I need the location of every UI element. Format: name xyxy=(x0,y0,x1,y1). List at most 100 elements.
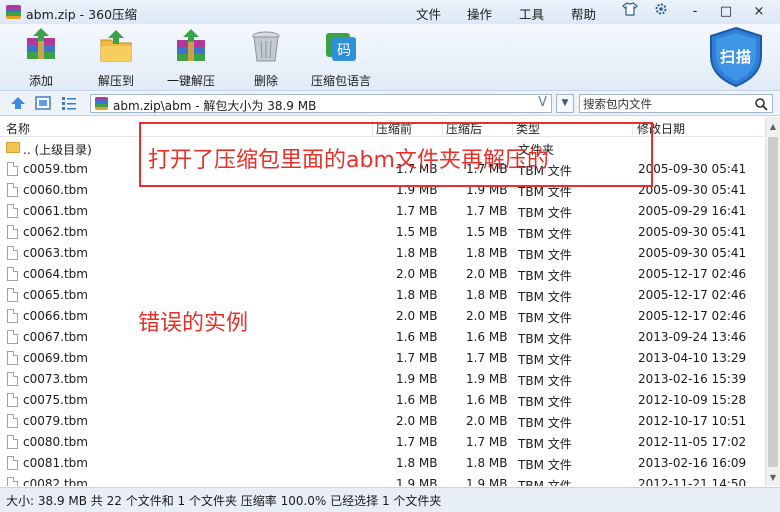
file-icon xyxy=(7,309,18,323)
file-date: 2012-11-05 17:02 xyxy=(638,435,747,449)
close-button[interactable]: × xyxy=(748,2,770,21)
large-icon-view-icon[interactable] xyxy=(35,95,51,111)
one-click-extract-button[interactable]: 一键解压 xyxy=(156,28,226,89)
table-row[interactable]: c0073.tbm 1.9 MB 1.9 MB TBM 文件 2013-02-16 15… xyxy=(0,369,765,390)
file-icon xyxy=(7,435,18,449)
file-name: c0059.tbm xyxy=(23,162,88,176)
archive-language-button[interactable]: 码 压缩包语言 xyxy=(306,28,376,89)
column-name[interactable]: 名称 xyxy=(6,120,30,137)
file-icon xyxy=(7,288,18,302)
menu-operate[interactable]: 操作 xyxy=(467,4,492,23)
extract-to-folder-icon xyxy=(100,30,132,62)
file-type: TBM 文件 xyxy=(518,395,572,409)
table-row[interactable]: c0066.tbm 2.0 MB 2.0 MB TBM 文件 2005-12-17 02… xyxy=(0,306,765,327)
file-size: 1.5 MB xyxy=(396,225,438,239)
vertical-scrollbar[interactable]: ▲ ▼ xyxy=(765,117,780,486)
search-field[interactable] xyxy=(579,94,773,113)
extract-to-label: 解压到 xyxy=(97,74,134,88)
maximize-button[interactable]: □ xyxy=(715,2,737,21)
add-button[interactable]: 添加 xyxy=(6,28,76,89)
menu-file[interactable]: 文件 xyxy=(416,4,441,23)
file-icon xyxy=(7,183,18,197)
table-row[interactable]: c0082.tbm 1.9 MB 1.9 MB TBM 文件 2012-11-21 14… xyxy=(0,474,765,486)
file-list: .. (上级目录) 文件夹 c0059.tbm 1.7 MB 1.7 MB TBM 文… xyxy=(0,138,765,486)
one-click-extract-label: 一键解压 xyxy=(166,74,215,88)
file-packed-size: 1.9 MB xyxy=(466,477,508,486)
file-packed-size: 1.9 MB xyxy=(466,372,508,386)
file-packed-size: 1.7 MB xyxy=(466,204,508,218)
table-row[interactable]: c0063.tbm 1.8 MB 1.8 MB TBM 文件 2005-09-30 05… xyxy=(0,243,765,264)
table-row[interactable]: c0080.tbm 1.7 MB 1.7 MB TBM 文件 2012-11-05 17… xyxy=(0,432,765,453)
search-input[interactable] xyxy=(583,96,748,111)
file-date: 2005-09-30 05:41 xyxy=(638,225,747,239)
file-size: 1.7 MB xyxy=(396,351,438,365)
file-name: c0065.tbm xyxy=(23,288,88,302)
up-arrow-icon[interactable] xyxy=(10,95,26,111)
status-bar: 大小: 38.9 MB 共 22 个文件和 1 个文件夹 压缩率 100.0% … xyxy=(0,487,780,512)
list-view-icon[interactable] xyxy=(61,95,77,111)
scan-button[interactable]: 扫描 xyxy=(706,26,766,88)
table-row[interactable]: c0081.tbm 1.8 MB 1.8 MB TBM 文件 2013-02-16 16… xyxy=(0,453,765,474)
path-field[interactable]: abm.zip\abm - 解包大小为 38.9 MB V xyxy=(90,94,552,113)
file-icon xyxy=(7,456,18,470)
file-icon xyxy=(7,246,18,260)
scroll-up-icon[interactable]: ▲ xyxy=(766,119,780,135)
file-type: TBM 文件 xyxy=(518,206,572,220)
menu-tools[interactable]: 工具 xyxy=(519,4,544,23)
menu-help[interactable]: 帮助 xyxy=(571,4,596,23)
file-icon xyxy=(7,204,18,218)
scroll-thumb[interactable] xyxy=(768,137,778,467)
archive-language-icon: 码 xyxy=(326,33,356,61)
file-icon xyxy=(7,162,18,176)
scan-label: 扫描 xyxy=(719,48,752,66)
title-bar: abm.zip - 360压缩 文件 操作 工具 帮助 - □ × xyxy=(0,0,780,24)
file-name: c0066.tbm xyxy=(23,309,88,323)
file-name: c0079.tbm xyxy=(23,414,88,428)
file-type: TBM 文件 xyxy=(518,311,572,325)
file-size: 1.9 MB xyxy=(396,372,438,386)
file-icon xyxy=(7,225,18,239)
table-row[interactable]: c0067.tbm 1.6 MB 1.6 MB TBM 文件 2013-09-24 13… xyxy=(0,327,765,348)
file-name: c0075.tbm xyxy=(23,393,88,407)
file-date: 2012-11-21 14:50 xyxy=(638,477,747,486)
file-icon xyxy=(7,372,18,386)
file-name: c0069.tbm xyxy=(23,351,88,365)
table-row[interactable]: c0061.tbm 1.7 MB 1.7 MB TBM 文件 2005-09-29 16… xyxy=(0,201,765,222)
file-date: 2012-10-17 10:51 xyxy=(638,414,747,428)
add-books-icon xyxy=(27,28,55,59)
file-packed-size: 2.0 MB xyxy=(466,267,508,281)
file-date: 2005-09-30 05:41 xyxy=(638,246,747,260)
settings-gear-icon[interactable] xyxy=(650,2,672,21)
table-row[interactable]: c0064.tbm 2.0 MB 2.0 MB TBM 文件 2005-12-17 02… xyxy=(0,264,765,285)
skin-shirt-icon[interactable] xyxy=(619,2,641,21)
file-name: c0061.tbm xyxy=(23,204,88,218)
minimize-button[interactable]: - xyxy=(684,2,706,21)
file-name: c0080.tbm xyxy=(23,435,88,449)
table-row[interactable]: c0062.tbm 1.5 MB 1.5 MB TBM 文件 2005-09-30 05… xyxy=(0,222,765,243)
file-icon xyxy=(7,477,18,486)
table-row[interactable]: c0075.tbm 1.6 MB 1.6 MB TBM 文件 2012-10-09 15… xyxy=(0,390,765,411)
extract-to-button[interactable]: 解压到 xyxy=(81,28,151,89)
file-date: 2005-09-30 05:41 xyxy=(638,162,747,176)
file-date: 2005-12-17 02:46 xyxy=(638,267,747,281)
path-dropdown-icon[interactable]: V xyxy=(538,95,547,110)
scroll-down-icon[interactable]: ▼ xyxy=(766,470,780,486)
file-date: 2013-02-16 16:09 xyxy=(638,456,747,470)
file-packed-size: 1.6 MB xyxy=(466,393,508,407)
file-packed-size: 1.7 MB xyxy=(466,435,508,449)
file-packed-size: 1.8 MB xyxy=(466,246,508,260)
table-row[interactable]: c0069.tbm 1.7 MB 1.7 MB TBM 文件 2013-04-10 13… xyxy=(0,348,765,369)
file-date: 2013-09-24 13:46 xyxy=(638,330,747,344)
table-row[interactable]: c0079.tbm 2.0 MB 2.0 MB TBM 文件 2012-10-17 10… xyxy=(0,411,765,432)
file-date: 2013-02-16 15:39 xyxy=(638,372,747,386)
table-row[interactable]: c0065.tbm 1.8 MB 1.8 MB TBM 文件 2005-12-17 02… xyxy=(0,285,765,306)
file-name: c0067.tbm xyxy=(23,330,88,344)
search-icon[interactable] xyxy=(754,97,768,111)
language-icon-text: 码 xyxy=(337,43,351,59)
history-dropdown-button[interactable]: ▼ xyxy=(556,94,574,113)
one-click-extract-icon xyxy=(177,29,205,61)
delete-label: 删除 xyxy=(253,74,278,88)
file-name: c0081.tbm xyxy=(23,456,88,470)
delete-button[interactable]: 删除 xyxy=(231,28,301,89)
file-packed-size: 1.6 MB xyxy=(466,330,508,344)
